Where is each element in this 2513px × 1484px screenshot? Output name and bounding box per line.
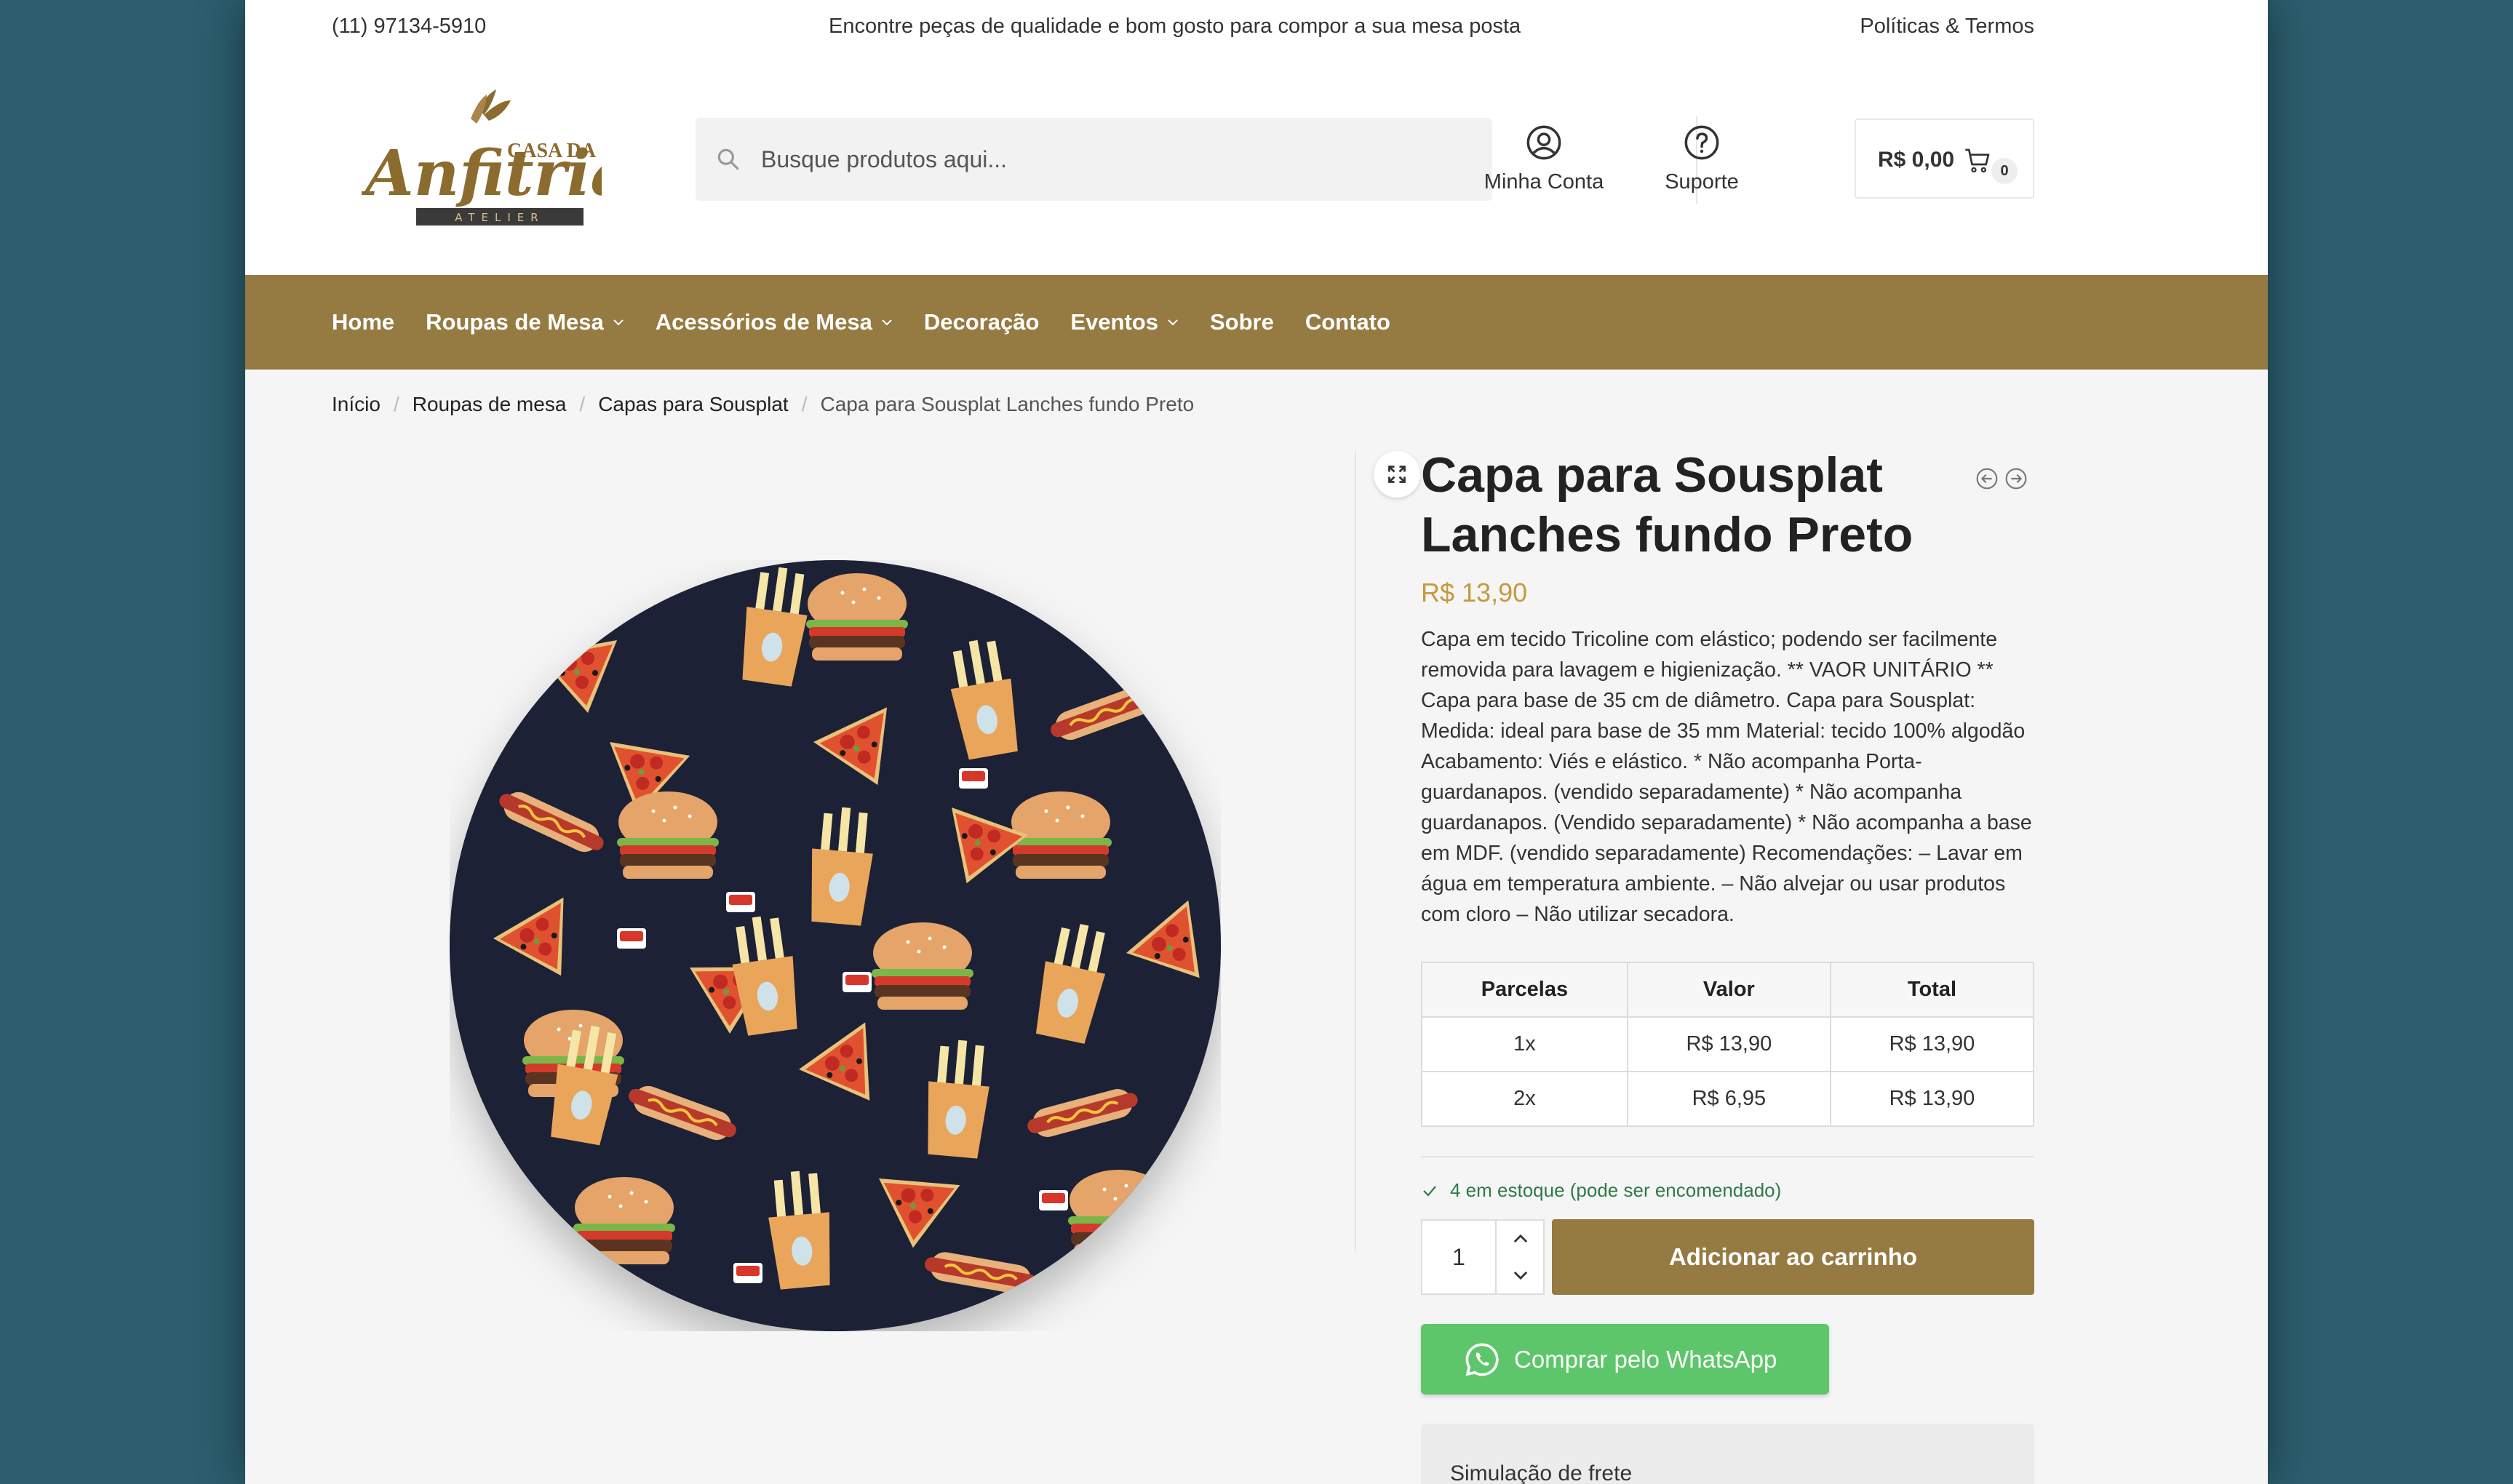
header-tagline: Encontre peças de qualidade e bom gosto …: [829, 15, 1521, 38]
logo-line3: ATELIER: [455, 211, 544, 224]
stock-text: 4 em estoque (pode ser encomendado): [1450, 1179, 1782, 1201]
table-row: 2x R$ 6,95 R$ 13,90: [1421, 1071, 2035, 1127]
table-row: 1x R$ 13,90 R$ 13,90: [1421, 1016, 2035, 1072]
account-label: Minha Conta: [1483, 170, 1604, 194]
quantity-decrease-button[interactable]: [1497, 1257, 1545, 1293]
support-label: Suporte: [1665, 170, 1739, 194]
nav-label: Home: [332, 309, 395, 335]
user-circle-icon: [1526, 125, 1561, 160]
site-logo[interactable]: CASA DA Anfitriã ATELIER: [360, 86, 631, 231]
breadcrumb-separator: /: [393, 393, 399, 415]
logo-mark: CASA DA Anfitriã ATELIER: [360, 89, 631, 226]
breadcrumb-link-capas-para-sousplat[interactable]: Capas para Sousplat: [598, 393, 789, 416]
breadcrumb-link-roupas-de-mesa[interactable]: Roupas de mesa: [413, 393, 567, 416]
nav-label: Sobre: [1210, 309, 1274, 335]
support-link[interactable]: Suporte: [1629, 124, 1775, 194]
expand-icon: [1388, 466, 1406, 483]
whatsapp-label: Comprar pelo WhatsApp: [1514, 1345, 1777, 1373]
cart-button[interactable]: R$ 0,00 0: [1855, 119, 2034, 199]
page: (11) 97134-5910 Encontre peças de qualid…: [245, 0, 2268, 1484]
cart-icon: [1965, 148, 1990, 173]
nav-label: Eventos: [1070, 309, 1158, 335]
phone-number: (11) 97134-5910: [332, 15, 487, 38]
nav-label: Acessórios de Mesa: [655, 309, 872, 335]
main-nav: Home Roupas de Mesa Acessórios de Mesa D…: [245, 275, 2268, 370]
nav-item-sobre[interactable]: Sobre: [1210, 309, 1274, 335]
nav-item-eventos[interactable]: Eventos: [1070, 309, 1179, 335]
add-to-cart-button[interactable]: Adicionar ao carrinho: [1552, 1219, 2034, 1295]
column-header: Valor: [1626, 962, 1831, 1018]
gallery-divider: [1355, 451, 1356, 1251]
table-cell: R$ 13,90: [1829, 1071, 2035, 1127]
product-summary: Capa para Sousplat Lanches fundo Preto R…: [1421, 445, 2035, 1484]
column-header: Total: [1829, 962, 2035, 1018]
table-cell: R$ 13,90: [1626, 1016, 1831, 1072]
nav-label: Decoração: [923, 309, 1040, 335]
table-cell: 2x: [1421, 1071, 1628, 1127]
chevron-down-icon: [613, 319, 624, 326]
divider: [1421, 1156, 2034, 1157]
column-header: Parcelas: [1421, 962, 1628, 1018]
nav-item-contato[interactable]: Contato: [1305, 309, 1390, 335]
chevron-down-icon: [1513, 1271, 1528, 1280]
stock-status: 4 em estoque (pode ser encomendado): [1421, 1179, 2034, 1202]
product-gallery: [332, 451, 1420, 1484]
account-link[interactable]: Minha Conta: [1471, 124, 1617, 194]
nav-label: Roupas de Mesa: [426, 309, 604, 335]
whatsapp-icon: [1465, 1343, 1499, 1376]
shipping-simulator: Simulação de frete: [1421, 1424, 2034, 1484]
table-header-row: Parcelas Valor Total: [1421, 962, 2035, 1018]
add-to-cart-form: 1 Adicionar ao carrinho: [1421, 1219, 2034, 1295]
nav-label: Contato: [1305, 309, 1390, 335]
breadcrumb-separator: /: [801, 393, 808, 415]
product-image[interactable]: [450, 560, 1221, 1331]
cart-count-badge: 0: [1991, 158, 2018, 184]
site-header: (11) 97134-5910 Encontre peças de qualid…: [245, 0, 2268, 275]
chevron-up-icon: [1513, 1234, 1528, 1243]
chevron-down-icon: [1168, 319, 1178, 326]
shipping-title: Simulação de frete: [1450, 1461, 1633, 1484]
breadcrumb-link-inicio[interactable]: Início: [332, 393, 381, 416]
breadcrumb-separator: /: [579, 393, 586, 415]
arrow-right-circle-icon[interactable]: [2004, 467, 2028, 490]
help-circle-icon: [1684, 125, 1719, 160]
nav-item-home[interactable]: Home: [332, 309, 394, 335]
logo-line2: Anfitriã: [362, 137, 602, 210]
table-cell: R$ 6,95: [1626, 1071, 1831, 1127]
quantity-increase-button[interactable]: [1497, 1221, 1545, 1257]
product-navigation: [1975, 467, 2028, 490]
cart-total: R$ 0,00: [1878, 148, 1955, 172]
nav-item-acessorios-de-mesa[interactable]: Acessórios de Mesa: [656, 309, 893, 335]
search-bar: [696, 118, 1492, 201]
product-title: Capa para Sousplat Lanches fundo Preto: [1421, 447, 1913, 562]
quantity-value[interactable]: 1: [1422, 1221, 1495, 1293]
breadcrumb-current: Capa para Sousplat Lanches fundo Preto: [820, 393, 1195, 415]
product-description: Capa em tecido Tricoline com elástico; p…: [1421, 628, 2032, 926]
installments-table: Parcelas Valor Total 1x R$ 13,90 R$ 13,9…: [1421, 962, 2035, 1127]
product-price: R$ 13,90: [1421, 578, 1528, 607]
table-cell: 1x: [1421, 1016, 1628, 1072]
search-input[interactable]: [761, 118, 1474, 201]
whatsapp-buy-button[interactable]: Comprar pelo WhatsApp: [1421, 1324, 1829, 1395]
chevron-down-icon: [882, 319, 892, 326]
search-icon: [717, 148, 739, 170]
check-icon: [1423, 1185, 1436, 1197]
nav-item-roupas-de-mesa[interactable]: Roupas de Mesa: [426, 309, 624, 335]
breadcrumb: Início / Roupas de mesa / Capas para Sou…: [332, 393, 1194, 416]
table-cell: R$ 13,90: [1829, 1016, 2035, 1072]
arrow-left-circle-icon[interactable]: [1975, 467, 1999, 490]
policies-link[interactable]: Políticas & Termos: [1860, 15, 2034, 39]
zoom-button[interactable]: [1374, 451, 1420, 498]
quantity-stepper[interactable]: 1: [1421, 1219, 1545, 1295]
nav-item-decoracao[interactable]: Decoração: [924, 309, 1040, 335]
